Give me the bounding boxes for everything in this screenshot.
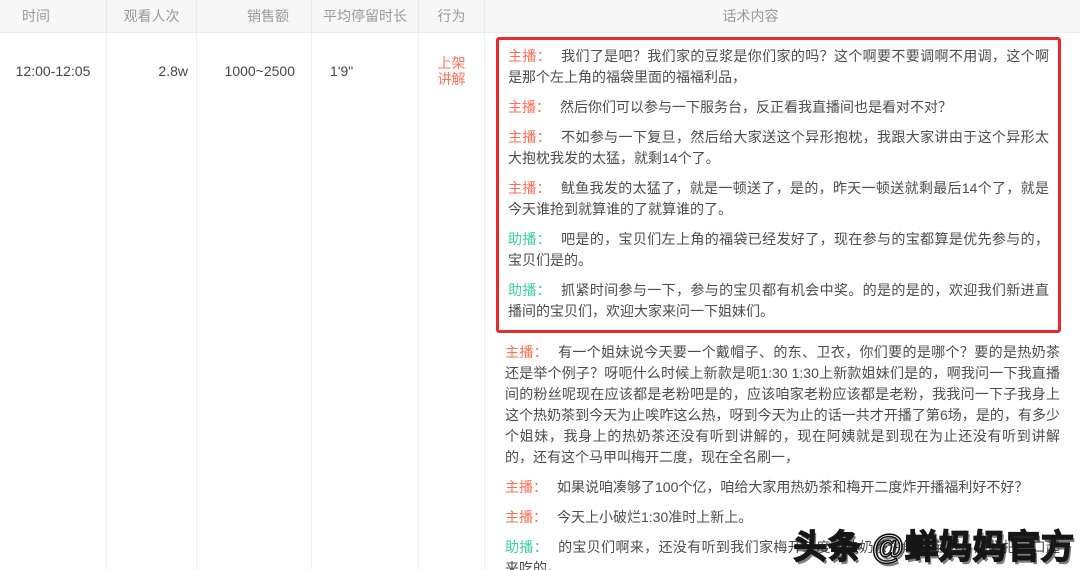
- column-header-avg-stay: 平均停留时长: [312, 0, 419, 33]
- message-text: 的宝贝们啊来，还没有听到我们家梅开二度和热奶茶讲解的宝贝，赶紧把一口起来吃的。: [505, 539, 1061, 570]
- message-text: 抓紧时间参与一下，参与的宝贝都有机会中奖。的是的是的，欢迎我们新进直播间的宝贝们…: [508, 282, 1050, 319]
- speaker-label: 主播：: [505, 509, 547, 525]
- data-table: 时间 观看人次 销售额 平均停留时长 行为 话术内容 12:00-12:05 2…: [0, 0, 1080, 570]
- script-message: 主播： 然后你们可以参与一下服务台，反正看我直播间也是看对不对？: [508, 97, 1049, 118]
- column-header-script: 话术内容: [485, 0, 1080, 33]
- cell-avg-stay: 1'9": [312, 33, 419, 570]
- action-line-1: 上架: [437, 55, 466, 71]
- cell-sales-range: 1000~2500: [197, 33, 312, 570]
- speaker-label: 助播：: [505, 539, 549, 555]
- message-text: 鱿鱼我发的太猛了，就是一顿送了，是的，昨天一顿送就剩最后14个了，就是今天谁抢到…: [508, 180, 1049, 217]
- speaker-label: 主播：: [508, 129, 552, 145]
- cell-time-range: 12:00-12:05: [0, 33, 107, 570]
- script-content-cell: 主播： 我们了是吧？我们家的豆浆是你们家的吗？这个啊要不要调啊不用调，这个啊是那个…: [485, 33, 1080, 570]
- script-message: 主播： 有一个姐妹说今天要一个戴帽子、的东、卫衣，你们要的是哪个？要的是热奶茶还是…: [505, 342, 1060, 468]
- message-text: 吧是的，宝贝们左上角的福袋已经发好了，现在参与的宝都算是优先参与的，宝贝们是的。: [508, 231, 1050, 268]
- speaker-label: 主播：: [508, 180, 551, 196]
- message-text: 有一个姐妹说今天要一个戴帽子、的东、卫衣，你们要的是哪个？要的是热奶茶还是举个例…: [505, 344, 1061, 465]
- highlight-red-box: 主播： 我们了是吧？我们家的豆浆是你们家的吗？这个啊要不要调啊不用调，这个啊是那个…: [496, 37, 1061, 333]
- script-message: 助播： 的宝贝们啊来，还没有听到我们家梅开二度和热奶茶讲解的宝贝，赶紧把一口起来吃…: [505, 537, 1060, 570]
- speaker-label: 助播：: [508, 231, 552, 247]
- speaker-label: 主播：: [508, 48, 552, 64]
- speaker-label: 主播：: [505, 344, 549, 360]
- script-message: 主播： 今天上小破烂1:30准时上新上。: [505, 507, 1060, 528]
- column-header-views: 观看人次: [107, 0, 197, 33]
- message-text: 不如参与一下复旦，然后给大家送这个异形抱枕，我跟大家讲由于这个异形太大抱枕我发的…: [508, 129, 1050, 166]
- script-message: 助播： 吧是的，宝贝们左上角的福袋已经发好了，现在参与的宝都算是优先参与的，宝贝们…: [508, 229, 1049, 271]
- script-message: 主播： 我们了是吧？我们家的豆浆是你们家的吗？这个啊要不要调啊不用调，这个啊是那个…: [508, 46, 1049, 88]
- speaker-label: 助播：: [508, 282, 552, 298]
- message-text: 如果说咱凑够了100个亿，咱给大家用热奶茶和梅开二度炸开播福利好不好？: [557, 479, 1029, 495]
- speaker-label: 主播：: [508, 99, 550, 115]
- cell-view-count: 2.8w: [107, 33, 197, 570]
- message-text: 然后你们可以参与一下服务台，反正看我直播间也是看对不对？: [560, 99, 952, 115]
- speaker-label: 主播：: [505, 479, 547, 495]
- message-text: 我们了是吧？我们家的豆浆是你们家的吗？这个啊要不要调啊不用调，这个啊是那个左上角…: [508, 48, 1050, 85]
- livestream-script-table-screen: 时间 观看人次 销售额 平均停留时长 行为 话术内容 12:00-12:05 2…: [0, 0, 1080, 570]
- script-message: 助播： 抓紧时间参与一下，参与的宝贝都有机会中奖。的是的是的，欢迎我们新进直播间的…: [508, 280, 1049, 322]
- script-messages-below-box: 主播： 有一个姐妹说今天要一个戴帽子、的东、卫衣，你们要的是哪个？要的是热奶茶还是…: [485, 342, 1080, 570]
- action-line-2: 讲解: [437, 71, 466, 87]
- column-header-time: 时间: [0, 0, 107, 33]
- column-header-sales: 销售额: [197, 0, 312, 33]
- cell-action: 上架 讲解: [419, 33, 485, 570]
- script-message: 主播： 如果说咱凑够了100个亿，咱给大家用热奶茶和梅开二度炸开播福利好不好？: [505, 477, 1060, 498]
- message-text: 今天上小破烂1:30准时上新上。: [557, 509, 753, 525]
- column-header-action: 行为: [419, 0, 485, 33]
- script-message: 主播： 鱿鱼我发的太猛了，就是一顿送了，是的，昨天一顿送就剩最后14个了，就是今天…: [508, 178, 1049, 220]
- script-message: 主播： 不如参与一下复旦，然后给大家送这个异形抱枕，我跟大家讲由于这个异形太大抱枕…: [508, 127, 1049, 169]
